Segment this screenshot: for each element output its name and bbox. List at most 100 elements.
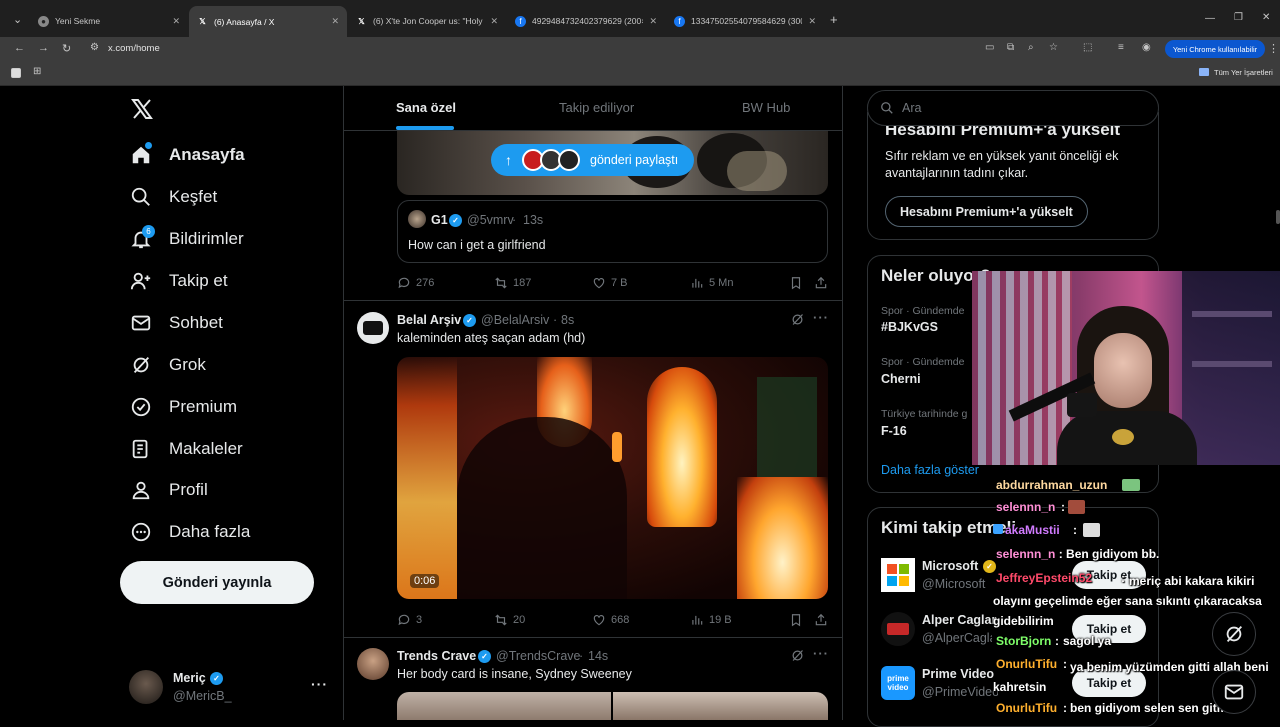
sidebar-item-grok[interactable]: Grok bbox=[130, 354, 206, 376]
tab-bw-hub[interactable]: BW Hub bbox=[742, 100, 790, 115]
all-bookmarks[interactable]: Tüm Yer İşaretleri bbox=[1214, 68, 1273, 77]
post-text: kaleminden ateş saçan adam (hd) bbox=[397, 331, 586, 345]
notification-badge: 6 bbox=[142, 225, 155, 238]
repost-button[interactable]: 187 bbox=[494, 276, 531, 290]
tab-following[interactable]: Takip ediliyor bbox=[559, 100, 634, 115]
close-icon[interactable]: ✕ bbox=[490, 16, 498, 27]
repost-count: 20 bbox=[513, 614, 526, 626]
apps-icon[interactable] bbox=[11, 68, 21, 78]
sidebar-item-premium[interactable]: Premium bbox=[130, 396, 237, 418]
menu-icon[interactable]: ⋮ bbox=[1268, 42, 1279, 55]
heart-icon bbox=[593, 278, 605, 289]
avatar[interactable] bbox=[129, 670, 163, 704]
share-icon[interactable] bbox=[814, 613, 828, 627]
browser-tab-active[interactable]: 𝕏 (6) Anasayfa / X ✕ bbox=[189, 6, 347, 37]
sidebar-item-messages[interactable]: Sohbet bbox=[130, 312, 223, 334]
avatar[interactable] bbox=[357, 648, 389, 680]
chrome-update-button[interactable]: Yeni Chrome kullanılabilir bbox=[1165, 40, 1265, 58]
grok-icon[interactable] bbox=[790, 648, 805, 663]
views-button[interactable]: 5 Mn bbox=[690, 276, 733, 290]
sidebar-item-more[interactable]: Daha fazla bbox=[130, 521, 250, 543]
post-menu-icon[interactable]: ··· bbox=[813, 646, 829, 661]
post-menu-icon[interactable]: ··· bbox=[813, 310, 829, 325]
bookmark-icon[interactable] bbox=[789, 276, 803, 290]
tab-groups-icon[interactable]: ⊞ bbox=[33, 66, 41, 77]
back-icon[interactable]: ← bbox=[14, 42, 25, 54]
minimize-icon[interactable]: — bbox=[1205, 13, 1215, 24]
reload-icon[interactable]: ↻ bbox=[62, 42, 71, 55]
grok-icon[interactable] bbox=[790, 312, 805, 327]
trend-name[interactable]: #BJKvGS bbox=[881, 320, 938, 334]
post-author-name[interactable]: Trends Crave bbox=[397, 649, 476, 663]
x-logo-icon[interactable] bbox=[130, 97, 154, 121]
mail-icon bbox=[131, 315, 151, 331]
grok-fab[interactable] bbox=[1212, 612, 1256, 656]
reply-button[interactable]: 276 bbox=[397, 276, 434, 290]
address-bar[interactable]: x.com/home bbox=[108, 43, 160, 54]
post-media[interactable] bbox=[397, 692, 611, 720]
cast-off-icon[interactable]: ▭ bbox=[985, 42, 994, 53]
trend-name[interactable]: Cherni bbox=[881, 372, 921, 386]
site-info-icon[interactable]: ⚙ bbox=[90, 42, 99, 53]
sidebar-item-follow[interactable]: Takip et bbox=[130, 270, 228, 292]
browser-tab[interactable]: 𝕏 (6) X'te Jon Cooper us: "Holy sh ✕ bbox=[348, 8, 506, 34]
browser-tab[interactable]: f 492948473240237962​9 (200×2 ✕ bbox=[507, 8, 665, 34]
divider bbox=[344, 637, 842, 638]
forward-icon[interactable]: → bbox=[38, 42, 49, 54]
sidebar-item-profile[interactable]: Profil bbox=[130, 479, 208, 501]
grok-icon bbox=[133, 357, 150, 373]
share-icon[interactable] bbox=[814, 276, 828, 290]
repost-button[interactable]: 20 bbox=[494, 613, 525, 627]
reply-button[interactable]: 3 bbox=[397, 613, 422, 627]
views-button[interactable]: 19 B bbox=[690, 613, 732, 627]
post-author-name[interactable]: Belal Arşiv bbox=[397, 313, 461, 327]
like-count: 668 bbox=[611, 614, 630, 626]
repost-icon bbox=[495, 614, 507, 626]
close-icon[interactable]: ✕ bbox=[172, 16, 180, 27]
account-menu-icon[interactable]: ··· bbox=[311, 676, 328, 692]
close-icon[interactable]: ✕ bbox=[331, 16, 339, 27]
views-icon bbox=[692, 615, 703, 625]
browser-tab[interactable]: ● Yeni Sekme ✕ bbox=[30, 8, 188, 34]
close-icon[interactable]: ✕ bbox=[649, 16, 657, 27]
sidebar-item-articles[interactable]: Makaleler bbox=[130, 438, 243, 460]
new-tab-icon[interactable]: + bbox=[830, 12, 838, 27]
trend-name[interactable]: F-16 bbox=[881, 424, 907, 438]
share-pill-button[interactable]: ↑ gönderi paylaştı bbox=[491, 144, 694, 176]
post-media[interactable] bbox=[613, 692, 828, 720]
extensions-icon[interactable]: ⬚ bbox=[1083, 42, 1092, 53]
suggestion-name[interactable]: Microsoft bbox=[922, 559, 978, 573]
search-input-overlay[interactable]: Ara bbox=[867, 90, 1159, 126]
facebook-icon: f bbox=[515, 15, 526, 27]
tab-title: (6) Anasayfa / X bbox=[214, 16, 275, 27]
show-more-link[interactable]: Daha fazla göster bbox=[881, 463, 979, 477]
like-button[interactable]: 7 B bbox=[592, 276, 628, 290]
chat-username: StorBjorn bbox=[996, 634, 1052, 648]
media-icon[interactable]: ≡ bbox=[1118, 42, 1124, 53]
sidebar-item-label: Daha fazla bbox=[169, 522, 251, 541]
bookmark-star-icon[interactable]: ☆ bbox=[1049, 42, 1058, 53]
zoom-icon[interactable]: ⌕ bbox=[1028, 42, 1034, 53]
account-icon[interactable]: ◉ bbox=[1142, 42, 1151, 53]
sidebar-item-explore[interactable]: Keşfet bbox=[130, 186, 217, 208]
premium-button[interactable]: Hesabını Premium+'a yükselt bbox=[885, 196, 1088, 227]
restore-icon[interactable]: ❐ bbox=[1234, 12, 1243, 23]
post-video[interactable]: 0:06 bbox=[397, 357, 828, 599]
messages-fab[interactable] bbox=[1212, 670, 1256, 714]
verified-icon bbox=[131, 397, 151, 417]
like-button[interactable]: 668 bbox=[592, 613, 629, 627]
install-icon[interactable]: ⧉ bbox=[1007, 42, 1014, 53]
suggestion-name[interactable]: Prime Video bbox=[922, 667, 994, 681]
close-icon[interactable]: ✕ bbox=[808, 16, 816, 27]
sidebar-item-label: Premium bbox=[169, 397, 238, 416]
post-button[interactable]: Gönderi yayınla bbox=[120, 561, 314, 604]
scrollbar-thumb[interactable] bbox=[1276, 210, 1280, 224]
close-window-icon[interactable]: ✕ bbox=[1262, 12, 1270, 23]
quoted-post[interactable] bbox=[397, 200, 828, 263]
avatar[interactable] bbox=[357, 312, 389, 344]
browser-tab[interactable]: f 133475025540795846​29 (300× ✕ bbox=[666, 8, 824, 34]
tab-search-icon[interactable]: ⌄ bbox=[13, 13, 22, 26]
bookmark-icon[interactable] bbox=[789, 613, 803, 627]
tab-for-you[interactable]: Sana özel bbox=[396, 100, 456, 115]
suggestion-name[interactable]: Alper Caglar bbox=[922, 613, 996, 627]
